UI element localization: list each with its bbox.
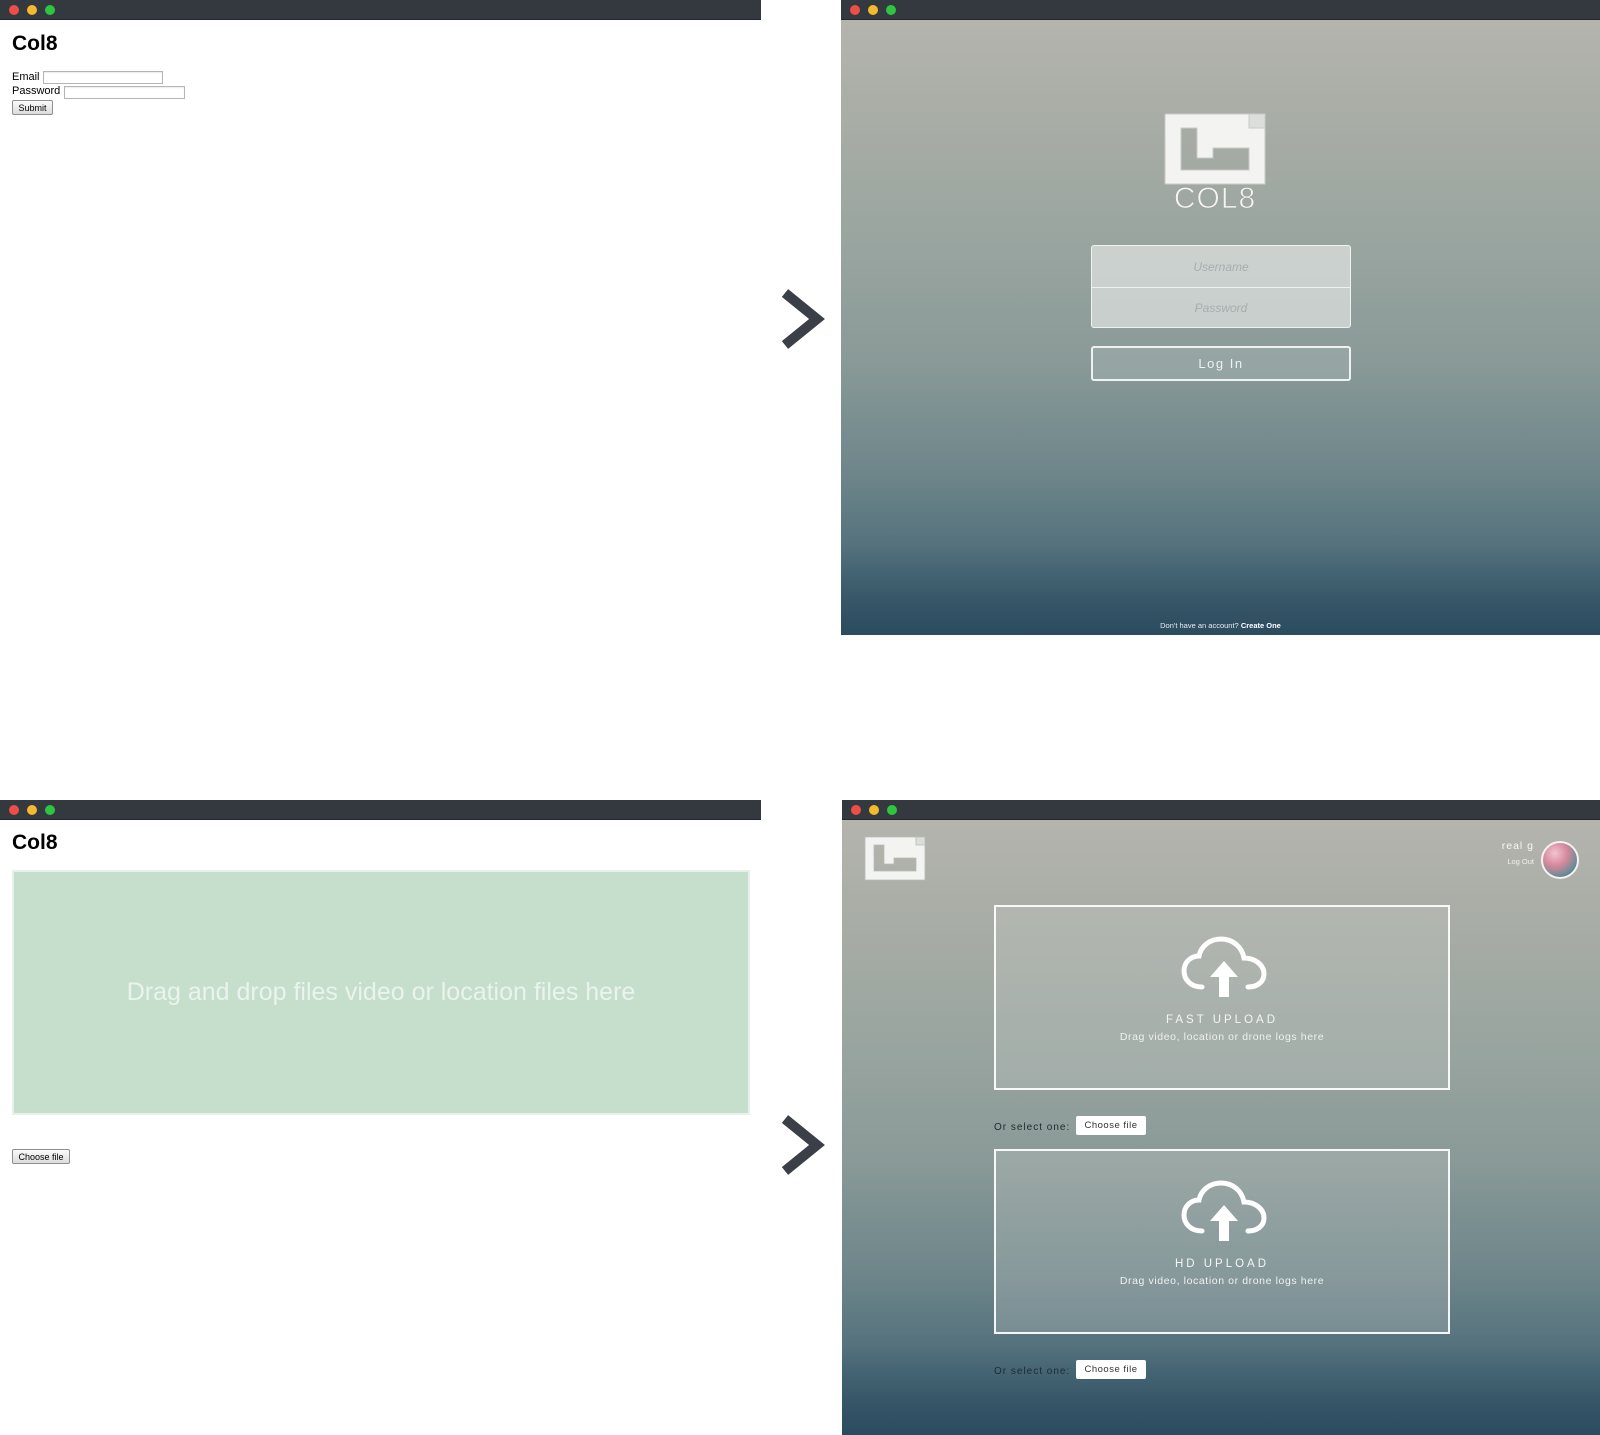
password-field[interactable]: Password <box>1092 287 1350 327</box>
create-account-link[interactable]: Create One <box>1241 621 1281 630</box>
close-window-button[interactable] <box>850 5 860 15</box>
password-label: Password <box>12 85 61 97</box>
upload-subtitle: Drag video, location or drone logs here <box>1119 1031 1325 1043</box>
plain-login-window: Col8 Email Password Submit <box>0 0 761 635</box>
window-titlebar <box>0 800 761 820</box>
hd-upload-dropzone[interactable]: HD UPLOAD Drag video, location or drone … <box>994 1149 1450 1334</box>
col8-logo: COL8 <box>1164 113 1266 214</box>
window-titlebar <box>842 800 1600 820</box>
styled-upload-window: real g Log Out FAST UPLOAD Drag video, l… <box>842 800 1600 1435</box>
upload-title: FAST UPLOAD <box>1165 1014 1279 1026</box>
dropzone-text: Drag and drop files video or location fi… <box>126 978 636 1006</box>
select-label: Or select one: <box>994 1122 1071 1133</box>
window-titlebar <box>0 0 761 20</box>
zoom-window-button[interactable] <box>45 5 55 15</box>
minimize-window-button[interactable] <box>27 5 37 15</box>
fast-upload-dropzone[interactable]: FAST UPLOAD Drag video, location or dron… <box>994 905 1450 1090</box>
upload-subtitle: Drag video, location or drone logs here <box>1119 1275 1325 1287</box>
password-field[interactable] <box>64 86 185 99</box>
email-label: Email <box>12 71 40 83</box>
hd-choose-file-button[interactable]: Choose file <box>1076 1360 1146 1379</box>
plain-upload-window: Col8 Drag and drop files video or locati… <box>0 800 761 1435</box>
username-field[interactable]: Username <box>1092 246 1350 287</box>
col8-logo[interactable] <box>864 836 926 881</box>
cloud-upload-icon <box>1181 936 1267 997</box>
select-label: Or select one: <box>994 1366 1071 1377</box>
styled-login-window: COL8 Username Password Log In Don't have… <box>841 0 1600 635</box>
signup-prompt: Don't have an account? Create One <box>841 621 1600 630</box>
choose-file-button[interactable]: Choose file <box>12 1149 70 1164</box>
user-name: real g <box>1501 840 1534 852</box>
log-in-button[interactable]: Log In <box>1091 346 1351 381</box>
cloud-upload-icon <box>1181 1180 1267 1241</box>
fast-choose-file-button[interactable]: Choose file <box>1076 1116 1146 1135</box>
zoom-window-button[interactable] <box>887 805 897 815</box>
close-window-button[interactable] <box>851 805 861 815</box>
avatar[interactable] <box>1541 841 1579 879</box>
chevron-right-icon <box>781 289 825 349</box>
login-fieldset: Username Password <box>1091 245 1351 328</box>
page-title: Col8 <box>12 32 58 55</box>
minimize-window-button[interactable] <box>27 805 37 815</box>
zoom-window-button[interactable] <box>45 805 55 815</box>
minimize-window-button[interactable] <box>869 805 879 815</box>
logo-text: COL8 <box>1174 182 1256 214</box>
file-dropzone[interactable]: Drag and drop files video or location fi… <box>12 870 750 1115</box>
submit-button[interactable]: Submit <box>12 100 53 115</box>
window-titlebar <box>841 0 1600 20</box>
email-field[interactable] <box>43 71 163 84</box>
chevron-right-icon <box>781 1115 825 1175</box>
close-window-button[interactable] <box>9 5 19 15</box>
page-title: Col8 <box>12 831 58 854</box>
zoom-window-button[interactable] <box>886 5 896 15</box>
upload-title: HD UPLOAD <box>1174 1258 1270 1270</box>
minimize-window-button[interactable] <box>868 5 878 15</box>
close-window-button[interactable] <box>9 805 19 815</box>
signup-text: Don't have an account? <box>1160 621 1239 630</box>
log-out-link[interactable]: Log Out <box>1507 857 1534 866</box>
